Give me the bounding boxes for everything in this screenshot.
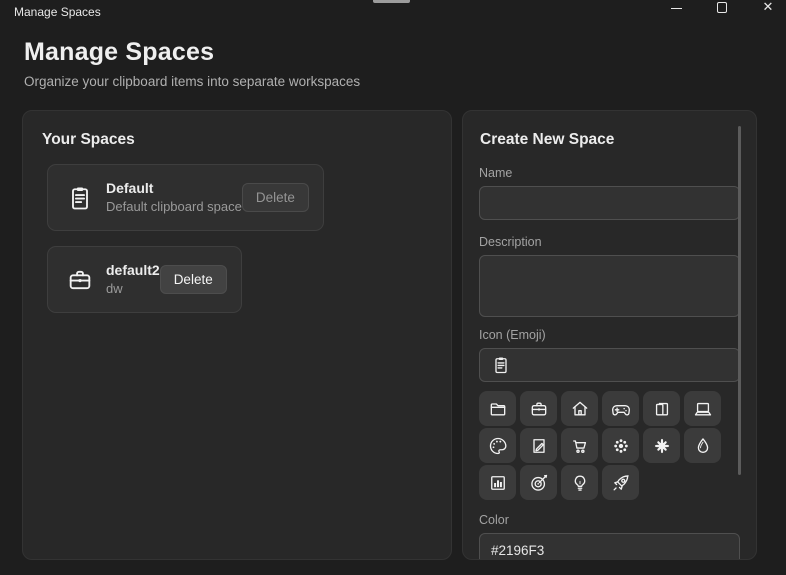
memo-icon (529, 436, 549, 456)
emoji-option-memo-icon[interactable] (520, 428, 557, 463)
maximize-button[interactable] (714, 0, 730, 13)
icon-emoji-input[interactable] (479, 348, 740, 382)
clipboard-icon (66, 184, 94, 212)
name-label: Name (479, 166, 513, 180)
close-icon: ✕ (762, 0, 774, 14)
page-title: Manage Spaces (24, 38, 215, 66)
emoji-option-rocket-icon[interactable] (602, 465, 639, 500)
bulb-icon (570, 473, 590, 493)
your-spaces-panel: Your Spaces Default Default clipboard sp… (22, 110, 452, 560)
emoji-option-bulb-icon[interactable] (561, 465, 598, 500)
space-card-default2: default2 dw Delete (47, 246, 242, 313)
titlebar: Manage Spaces ✕ (0, 0, 786, 22)
minimize-icon (670, 7, 682, 9)
space-name: Default (106, 180, 154, 196)
gear-icon (611, 436, 631, 456)
space-description: Default clipboard space (106, 199, 242, 214)
palette-icon (488, 436, 508, 456)
close-button[interactable]: ✕ (760, 0, 776, 14)
books-icon (652, 399, 672, 419)
emoji-option-target-icon[interactable] (520, 465, 557, 500)
window-title: Manage Spaces (14, 5, 101, 19)
emoji-option-gear-icon[interactable] (602, 428, 639, 463)
emoji-option-house-icon[interactable] (561, 391, 598, 426)
emoji-grid (479, 391, 740, 500)
create-space-panel: Create New Space Name Description Icon (… (462, 110, 757, 560)
icon-emoji-label: Icon (Emoji) (479, 328, 546, 342)
folder-icon (488, 399, 508, 419)
droplet-icon (693, 436, 713, 456)
clipboard-icon (491, 355, 511, 375)
your-spaces-title: Your Spaces (42, 131, 135, 148)
laptop-icon (693, 399, 713, 419)
delete-default-button[interactable]: Delete (241, 183, 309, 212)
target-icon (529, 473, 549, 493)
color-input[interactable] (479, 533, 740, 559)
sparkle-icon (652, 436, 672, 456)
space-card-default: Default Default clipboard space Delete (47, 164, 324, 231)
delete-default2-button[interactable]: Delete (159, 265, 227, 294)
cart-icon (570, 436, 590, 456)
emoji-option-chart-icon[interactable] (479, 465, 516, 500)
create-space-title: Create New Space (480, 131, 615, 148)
emoji-option-folder-icon[interactable] (479, 391, 516, 426)
description-input[interactable] (479, 255, 740, 317)
window-drag-pill (373, 0, 410, 3)
emoji-option-books-icon[interactable] (643, 391, 680, 426)
scrollbar-thumb[interactable] (738, 126, 741, 475)
rocket-icon (611, 473, 631, 493)
name-input[interactable] (479, 186, 740, 220)
gamepad-icon (611, 399, 631, 419)
description-label: Description (479, 235, 542, 249)
briefcase-icon (66, 266, 94, 294)
page-subtitle: Organize your clipboard items into separ… (24, 74, 361, 89)
emoji-option-droplet-icon[interactable] (684, 428, 721, 463)
emoji-option-briefcase-icon[interactable] (520, 391, 557, 426)
emoji-option-sparkle-icon[interactable] (643, 428, 680, 463)
color-label: Color (479, 513, 509, 527)
space-description: dw (106, 281, 123, 296)
emoji-option-palette-icon[interactable] (479, 428, 516, 463)
emoji-option-cart-icon[interactable] (561, 428, 598, 463)
emoji-option-laptop-icon[interactable] (684, 391, 721, 426)
maximize-icon (717, 1, 727, 13)
chart-icon (488, 473, 508, 493)
briefcase-icon (529, 399, 549, 419)
emoji-option-gamepad-icon[interactable] (602, 391, 639, 426)
house-icon (570, 399, 590, 419)
minimize-button[interactable] (668, 0, 684, 13)
space-name: default2 (106, 262, 160, 278)
